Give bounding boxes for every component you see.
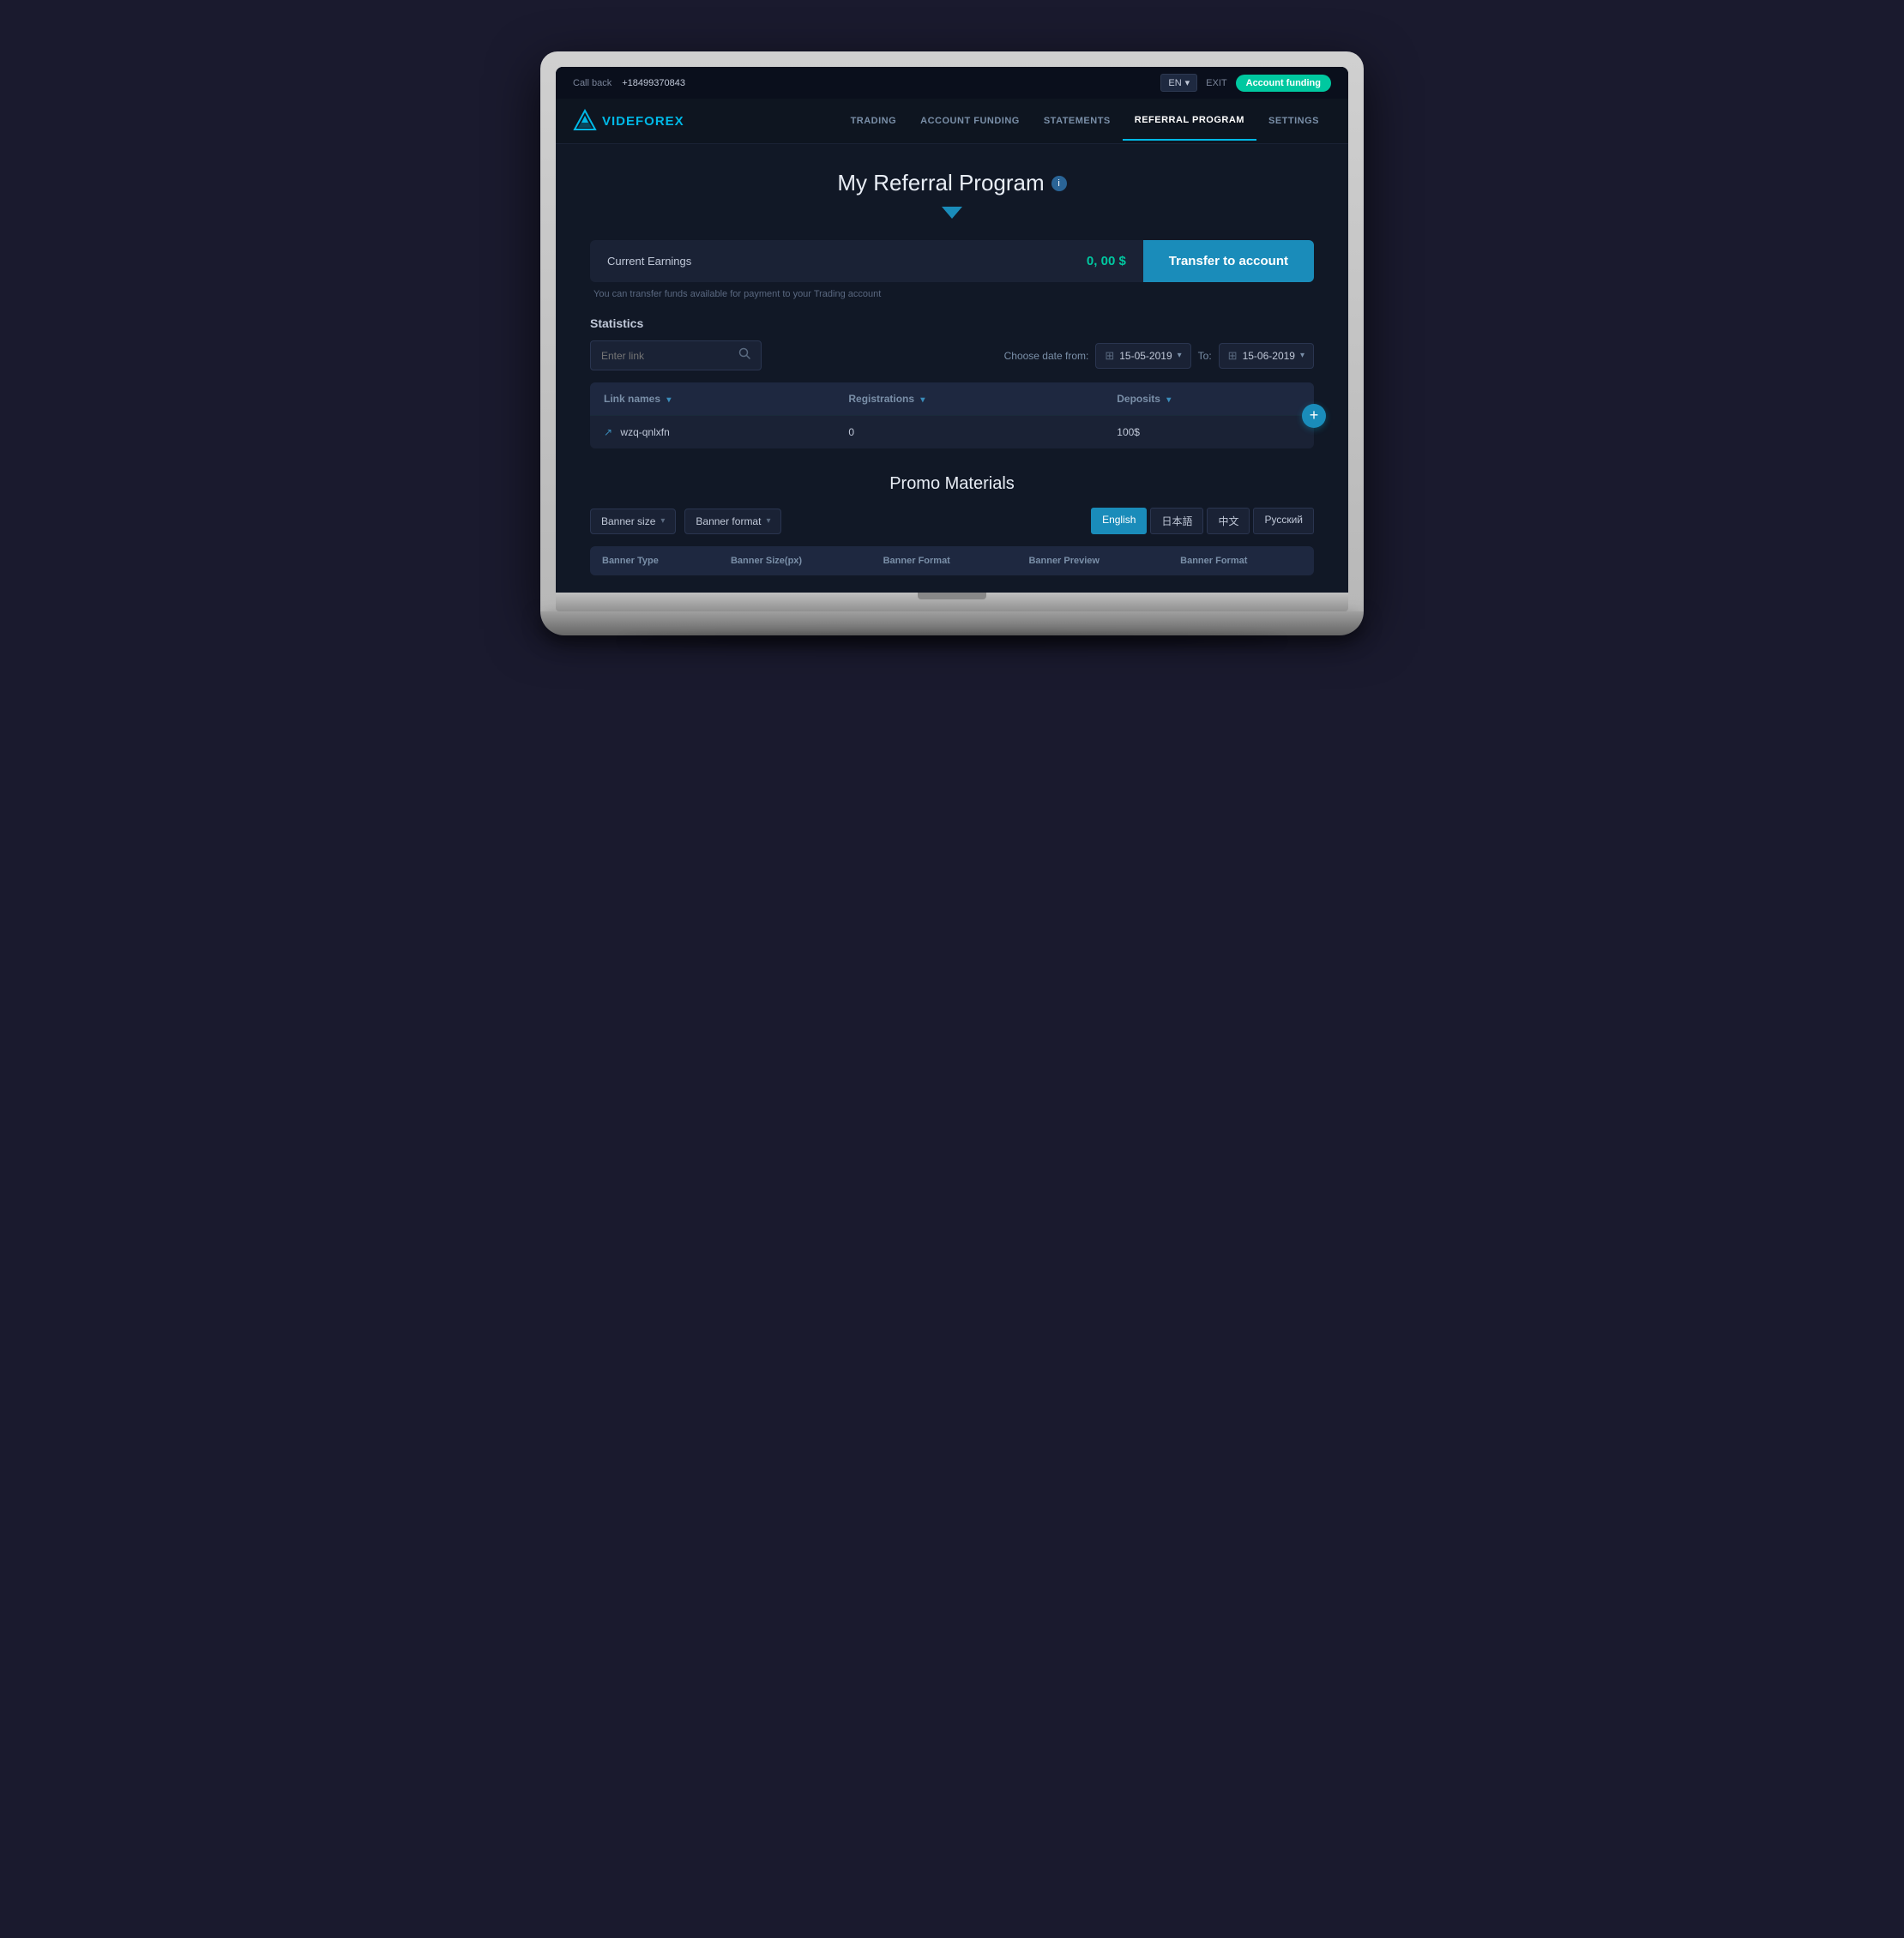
logo-text: VIDEFOREX (602, 114, 684, 129)
banner-col-format2: Banner Format (1168, 546, 1314, 575)
laptop-stand (540, 611, 1364, 635)
account-funding-button[interactable]: Account funding (1236, 75, 1331, 92)
date-to-label: To: (1198, 350, 1212, 362)
banner-col-type: Banner Type (590, 546, 719, 575)
logo-text-vide: VIDE (602, 114, 636, 129)
earnings-row: Current Earnings 0, 00 $ Transfer to acc… (590, 240, 1314, 282)
chevron-down (590, 207, 1314, 223)
cell-link: ↗ wzq-qnlxfn (590, 416, 835, 449)
calendar-icon-from: ⊞ (1105, 349, 1114, 363)
banner-col-format: Banner Format (871, 546, 1017, 575)
banner-format-dropdown[interactable]: Banner format ▾ (684, 509, 781, 534)
stats-filter-row: Choose date from: ⊞ 15-05-2019 ▾ To: ⊞ 1… (590, 340, 1314, 370)
earnings-label: Current Earnings (590, 241, 1069, 281)
logo[interactable]: VIDEFOREX (573, 99, 684, 143)
laptop-body: Call back +18499370843 EN ▾ EXIT Account… (540, 51, 1364, 611)
date-from-arrow: ▾ (1178, 351, 1182, 360)
lang-arrow: ▾ (1185, 77, 1190, 88)
hero-title-text: My Referral Program (837, 170, 1044, 196)
date-from-value: 15-05-2019 (1119, 350, 1172, 362)
lang-tab-russian[interactable]: Русский (1253, 508, 1314, 534)
lang-tabs: English 日本語 中文 Русский (1091, 508, 1314, 534)
col-link-names[interactable]: Link names ▾ (590, 382, 835, 416)
lang-label: EN (1168, 78, 1181, 88)
calendar-icon-to: ⊞ (1228, 349, 1238, 363)
nav-items: TRADING ACCOUNT FUNDING STATEMENTS REFER… (719, 101, 1331, 141)
lang-selector[interactable]: EN ▾ (1160, 74, 1197, 92)
col-registrations[interactable]: Registrations ▾ (835, 382, 1103, 416)
banner-table: Banner Type Banner Size(px) Banner Forma… (590, 546, 1314, 575)
laptop-shadow (623, 635, 1281, 646)
earnings-value: 0, 00 $ (1069, 240, 1143, 282)
logo-text-forex: FOREX (636, 114, 684, 129)
topbar-right: EN ▾ EXIT Account funding (1160, 74, 1331, 92)
promo-title: Promo Materials (590, 474, 1314, 494)
logo-icon (573, 109, 597, 133)
cell-deposits: 100$ (1103, 416, 1314, 449)
stats-table-wrapper: Link names ▾ Registrations ▾ Deposits ▾ … (590, 382, 1314, 448)
transfer-to-account-button[interactable]: Transfer to account (1143, 240, 1314, 282)
date-filter: Choose date from: ⊞ 15-05-2019 ▾ To: ⊞ 1… (1004, 343, 1314, 369)
screen: Call back +18499370843 EN ▾ EXIT Account… (556, 67, 1348, 593)
date-to-arrow: ▾ (1300, 351, 1304, 360)
lang-tab-japanese[interactable]: 日本語 (1150, 508, 1203, 534)
top-bar: Call back +18499370843 EN ▾ EXIT Account… (556, 67, 1348, 99)
lang-tab-chinese[interactable]: 中文 (1207, 508, 1250, 534)
date-to-input[interactable]: ⊞ 15-06-2019 ▾ (1219, 343, 1314, 369)
promo-filters: Banner size ▾ Banner format ▾ English 日本… (590, 508, 1314, 534)
table-row: ↗ wzq-qnlxfn 0 100$ (590, 416, 1314, 449)
chevron-down-icon (942, 207, 962, 219)
laptop-base (556, 593, 1348, 611)
exit-button[interactable]: EXIT (1206, 78, 1226, 88)
link-icon: ↗ (604, 426, 612, 438)
banner-col-preview: Banner Preview (1016, 546, 1168, 575)
laptop-hinge (918, 593, 986, 599)
phone-number: +18499370843 (622, 78, 685, 88)
banner-size-label: Banner size (601, 515, 655, 527)
banner-size-arrow: ▾ (660, 516, 665, 526)
search-box[interactable] (590, 340, 762, 370)
date-to-value: 15-06-2019 (1243, 350, 1295, 362)
col-deposits[interactable]: Deposits ▾ (1103, 382, 1314, 416)
banner-format-arrow: ▾ (766, 516, 770, 526)
search-input[interactable] (601, 350, 732, 362)
search-icon (738, 347, 750, 364)
topbar-left: Call back +18499370843 (573, 78, 685, 88)
nav-account-funding[interactable]: ACCOUNT FUNDING (908, 102, 1032, 140)
add-link-button[interactable]: + (1302, 404, 1326, 428)
laptop-wrapper: Call back +18499370843 EN ▾ EXIT Account… (540, 51, 1364, 646)
main-content: My Referral Program i Current Earnings 0… (556, 144, 1348, 593)
hero-title-row: My Referral Program i (590, 170, 1314, 196)
nav-trading[interactable]: TRADING (839, 102, 909, 140)
nav-settings[interactable]: SETTINGS (1256, 102, 1331, 140)
nav-statements[interactable]: STATEMENTS (1032, 102, 1123, 140)
link-name-value: wzq-qnlxfn (620, 426, 669, 438)
date-from-label: Choose date from: (1004, 350, 1089, 362)
date-from-input[interactable]: ⊞ 15-05-2019 ▾ (1095, 343, 1190, 369)
nav-bar: VIDEFOREX TRADING ACCOUNT FUNDING STATEM… (556, 99, 1348, 144)
info-icon[interactable]: i (1051, 176, 1067, 191)
banner-size-dropdown[interactable]: Banner size ▾ (590, 509, 676, 534)
cell-registrations: 0 (835, 416, 1103, 449)
nav-referral-program[interactable]: REFERRAL PROGRAM (1123, 101, 1256, 141)
lang-tab-english[interactable]: English (1091, 508, 1147, 534)
banner-col-size: Banner Size(px) (719, 546, 871, 575)
callback-label: Call back (573, 78, 612, 88)
banner-format-label: Banner format (696, 515, 761, 527)
statistics-title: Statistics (590, 316, 1314, 330)
transfer-note: You can transfer funds available for pay… (590, 289, 1314, 299)
stats-table: Link names ▾ Registrations ▾ Deposits ▾ … (590, 382, 1314, 448)
